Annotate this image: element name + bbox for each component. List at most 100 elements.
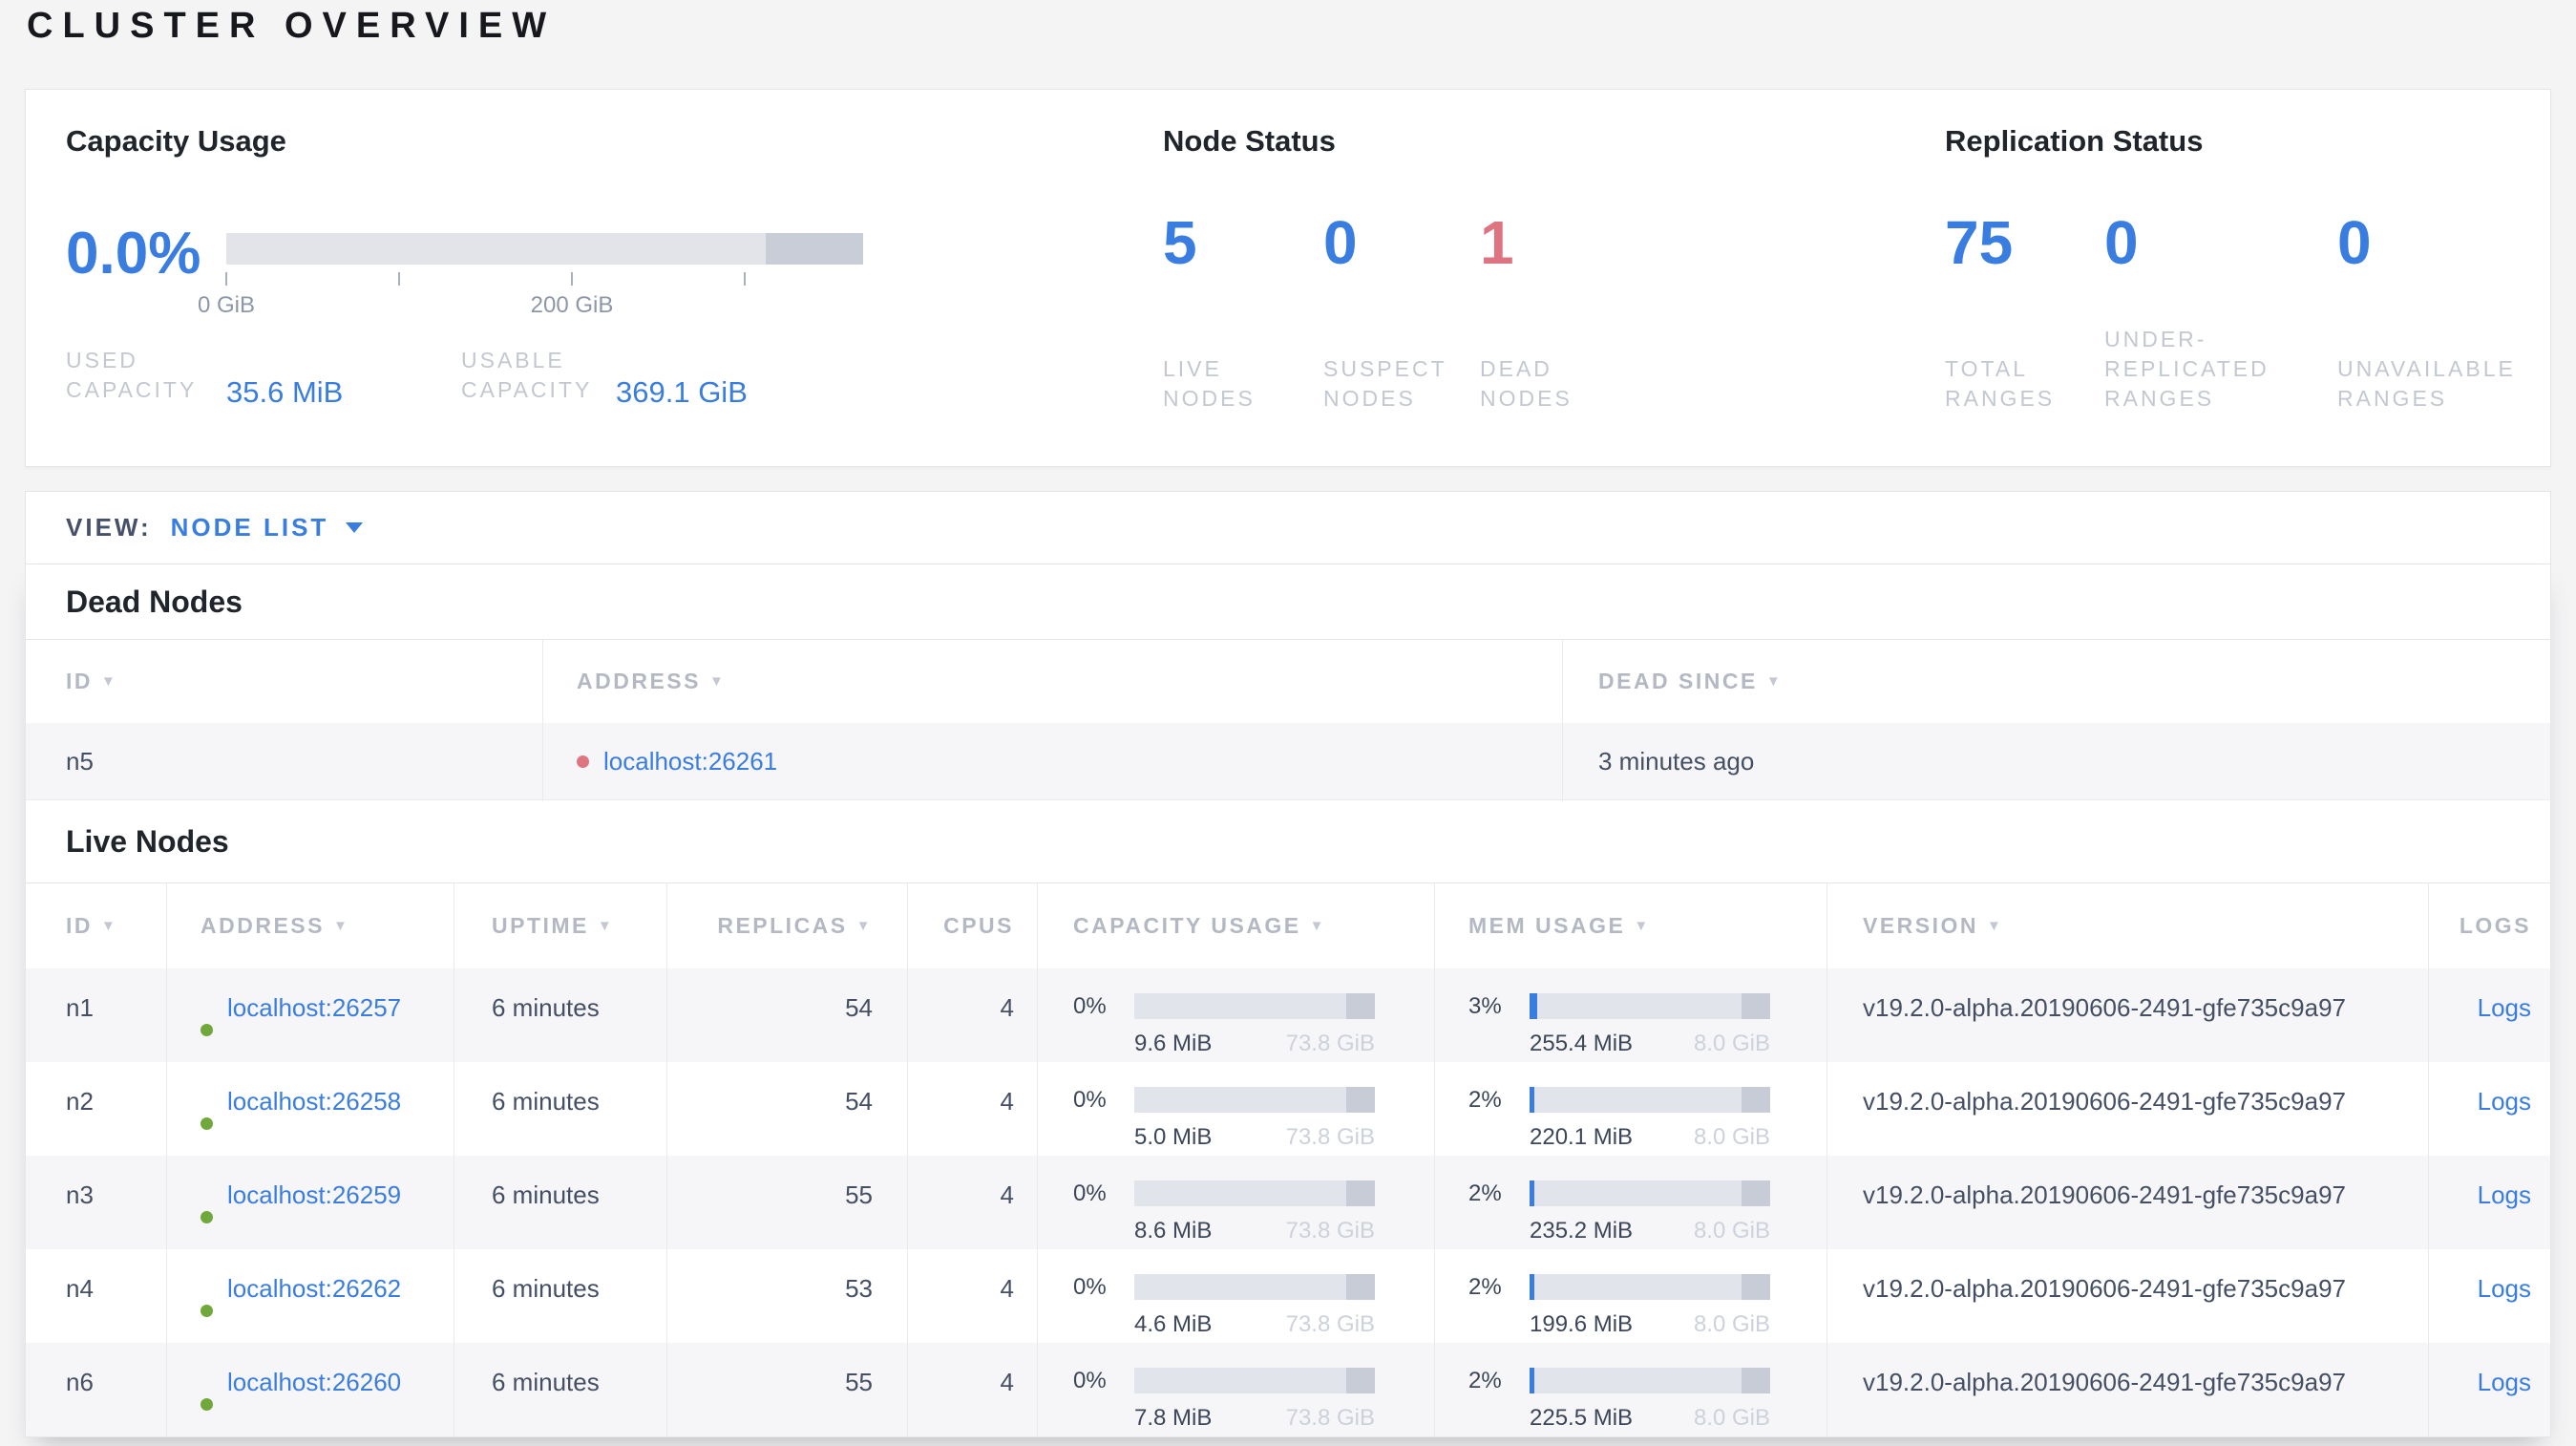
mem-usage-meter-fill <box>1530 1087 1535 1113</box>
node-address-link[interactable]: localhost:26257 <box>227 991 401 1024</box>
column-header-cpus: CPUS <box>907 883 1037 968</box>
column-header-mem-usage[interactable]: MEM USAGE ▼ <box>1434 883 1826 968</box>
mem-usage-meter <box>1530 1368 1770 1393</box>
mem-usage-bar-row: 2% <box>1468 1087 1826 1113</box>
version-cell: v19.2.0-alpha.20190606-2491-gfe735c9a97 <box>1863 993 2346 1022</box>
column-header-capacity-usage[interactable]: CAPACITY USAGE ▼ <box>1037 883 1434 968</box>
node-address-link[interactable]: localhost:26261 <box>603 745 777 777</box>
stat-label: DEAD NODES <box>1480 356 1573 411</box>
mem-usage-cell: 2% 199.6 MiB 8.0 GiB <box>1434 1249 1826 1343</box>
capacity-usage-title: Capacity Usage <box>66 124 286 158</box>
capacity-usage-meter-reserved <box>1345 1180 1375 1206</box>
column-header-id[interactable]: ID ▼ <box>26 883 166 968</box>
column-divider <box>1826 882 1827 1436</box>
column-header-address[interactable]: ADDRESS ▼ <box>542 640 1562 723</box>
column-header-version[interactable]: VERSION ▼ <box>1826 883 2428 968</box>
dead-node-row: n5 localhost:26261 3 minutes ago <box>26 723 2550 800</box>
mem-usage-cell: 2% 235.2 MiB 8.0 GiB <box>1434 1156 1826 1249</box>
mem-usage-bar-row: 2% <box>1468 1368 1826 1393</box>
logs-cell: Logs <box>2428 1062 2550 1156</box>
logs-link[interactable]: Logs <box>2478 1179 2531 1211</box>
stat-value: 0 <box>1323 208 1358 277</box>
stat-value: 0 <box>2104 208 2139 277</box>
column-divider <box>666 882 667 1436</box>
view-dropdown[interactable]: NODE LIST <box>171 513 329 542</box>
column-header-dead-since[interactable]: DEAD SINCE ▼ <box>1562 640 2550 723</box>
mem-usage-used-value: 220.1 MiB <box>1530 1124 1634 1150</box>
capacity-usage-meter-reserved <box>1345 1274 1375 1300</box>
mem-usage-meter-reserved <box>1741 1087 1770 1113</box>
mem-usage-used-value: 225.5 MiB <box>1530 1405 1634 1431</box>
capacity-usage-cell: 0% 9.6 MiB 73.8 GiB <box>1037 968 1434 1062</box>
mem-usage-cell: 2% 225.5 MiB 8.0 GiB <box>1434 1343 1826 1436</box>
summary-stat: 5 LIVE NODES <box>1163 212 1323 414</box>
node-address-link[interactable]: localhost:26259 <box>227 1179 401 1211</box>
sort-desc-icon: ▼ <box>1309 918 1326 934</box>
column-divider <box>542 639 543 801</box>
column-label: VERSION <box>1863 913 1979 938</box>
mem-usage-values: 199.6 MiB 8.0 GiB <box>1530 1308 1770 1341</box>
version-cell: v19.2.0-alpha.20190606-2491-gfe735c9a97 <box>1863 1087 2346 1116</box>
capacity-usage-cell: 0% 5.0 MiB 73.8 GiB <box>1037 1062 1434 1156</box>
sort-desc-icon: ▼ <box>855 918 873 934</box>
mem-usage-used-value: 255.4 MiB <box>1530 1031 1634 1056</box>
column-label: ID <box>66 913 93 938</box>
cpus-cell: 4 <box>1000 1368 1014 1396</box>
live-node-row: n1 localhost:26257 6 minutes 54 4 0% 9.6 MiB 73… <box>26 968 2550 1062</box>
capacity-usage-values: 7.8 MiB 73.8 GiB <box>1134 1402 1375 1435</box>
mem-usage-values: 255.4 MiB 8.0 GiB <box>1530 1028 1770 1060</box>
cluster-summary-panel: Capacity Usage Node Status Replication S… <box>25 89 2551 467</box>
live-nodes-table-header: ID ▼ ADDRESS ▼ UPTIME ▼ REPLICAS ▼ CPUS CAPACITY … <box>26 882 2550 968</box>
replication-status-title: Replication Status <box>1945 124 2204 158</box>
logs-cell: Logs <box>2428 1156 2550 1249</box>
uptime-cell: 6 minutes <box>492 1274 600 1303</box>
summary-stat: 75 TOTAL RANGES <box>1945 212 2104 414</box>
stat-value: 1 <box>1480 208 1514 277</box>
column-header-id[interactable]: ID ▼ <box>26 640 542 723</box>
capacity-usage-meter <box>1134 1274 1375 1300</box>
node-address-cell: localhost:26262 <box>166 1249 454 1343</box>
logs-link[interactable]: Logs <box>2478 1272 2531 1305</box>
dead-nodes-table-body: n5 localhost:26261 3 minutes ago <box>26 723 2550 800</box>
mem-usage-meter-reserved <box>1741 993 1770 1019</box>
column-header-replicas[interactable]: REPLICAS ▼ <box>666 883 907 968</box>
axis-tick-label: 0 GiB <box>197 292 256 318</box>
node-address-link[interactable]: localhost:26260 <box>227 1366 401 1398</box>
column-header-uptime[interactable]: UPTIME ▼ <box>454 883 666 968</box>
version-cell: v19.2.0-alpha.20190606-2491-gfe735c9a97 <box>1863 1368 2346 1396</box>
node-address-link[interactable]: localhost:26258 <box>227 1085 401 1117</box>
column-label: CPUS <box>943 913 1014 938</box>
capacity-usage-meter-reserved <box>1345 1368 1375 1393</box>
column-label: UPTIME <box>492 913 589 938</box>
logs-link[interactable]: Logs <box>2478 1366 2531 1398</box>
live-status-dot <box>201 1305 213 1317</box>
stat-label: UNAVAILABLE RANGES <box>2337 356 2516 411</box>
capacity-usage-percent: 0% <box>1073 1368 1107 1393</box>
capacity-usage-used-value: 8.6 MiB <box>1134 1218 1213 1244</box>
capacity-usage-bar-row: 0% <box>1073 1368 1434 1393</box>
mem-usage-meter-reserved <box>1741 1274 1770 1300</box>
capacity-usage-percent: 0% <box>1073 1274 1107 1300</box>
summary-stat: 0 SUSPECT NODES <box>1323 212 1480 414</box>
capacity-usage-cell: 0% 4.6 MiB 73.8 GiB <box>1037 1249 1434 1343</box>
mem-usage-percent: 3% <box>1468 993 1502 1019</box>
column-label: LOGS <box>2459 913 2531 938</box>
uptime-cell: 6 minutes <box>492 993 600 1022</box>
capacity-usage-bar-row: 0% <box>1073 1087 1434 1113</box>
node-address-link[interactable]: localhost:26262 <box>227 1272 401 1305</box>
column-label: ADDRESS <box>201 913 325 938</box>
capacity-usage-values: 5.0 MiB 73.8 GiB <box>1134 1121 1375 1154</box>
column-label: REPLICAS <box>717 913 848 938</box>
axis-tick <box>744 272 746 286</box>
chevron-down-icon[interactable] <box>346 522 364 533</box>
capacity-usage-bar <box>226 233 863 265</box>
logs-link[interactable]: Logs <box>2478 1085 2531 1117</box>
column-label: MEM USAGE <box>1468 913 1626 938</box>
logs-link[interactable]: Logs <box>2478 991 2531 1024</box>
live-node-row: n6 localhost:26260 6 minutes 55 4 0% 7.8 MiB 73… <box>26 1343 2550 1436</box>
column-header-address[interactable]: ADDRESS ▼ <box>166 883 454 968</box>
capacity-usage-percent: 0.0% <box>66 221 201 287</box>
mem-usage-bar-row: 2% <box>1468 1274 1826 1300</box>
dead-status-dot <box>577 755 589 768</box>
node-id-cell: n1 <box>66 993 94 1022</box>
